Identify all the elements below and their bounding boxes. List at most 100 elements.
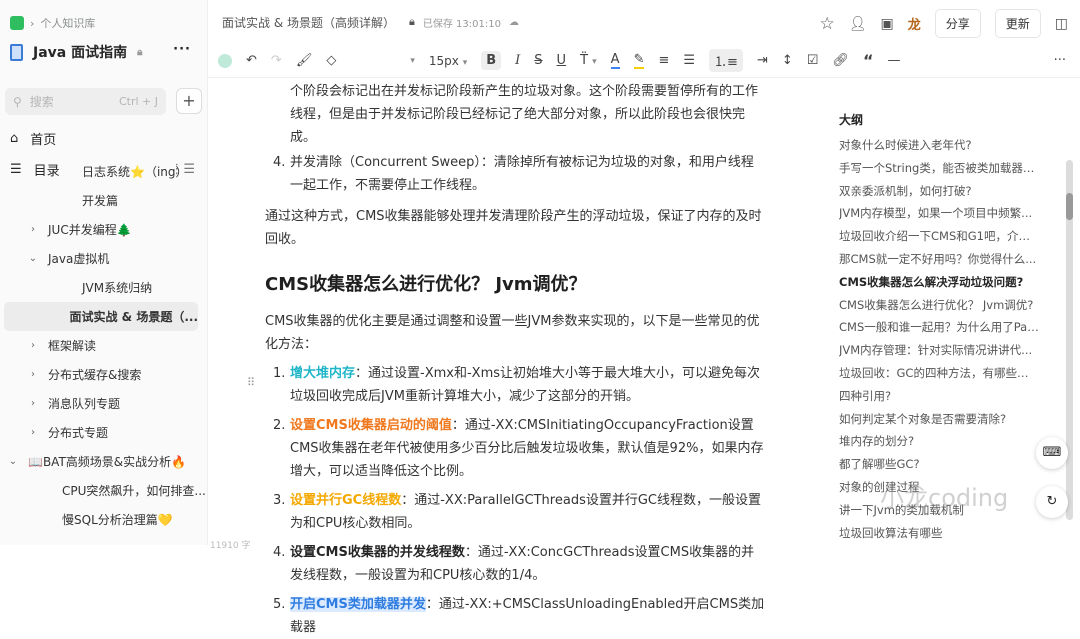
outline-item[interactable]: CMS收集器怎么解决浮动垃圾问题? — [839, 274, 1039, 297]
ordered-list-icon[interactable]: ⒈≡ — [709, 49, 743, 72]
home-icon: ⌂ — [10, 131, 19, 146]
outline-item[interactable]: 对象什么时候进入老年代? — [839, 137, 1039, 160]
outline-scrollbar-thumb[interactable] — [1066, 193, 1073, 220]
text-effect-icon[interactable]: T̈ ▾ — [580, 53, 597, 68]
chevron-icon[interactable]: › — [26, 427, 40, 438]
tree-item[interactable]: 日志系统⭐（ing） — [0, 157, 207, 186]
book-title[interactable]: Java 面试指南 🔒︎ — [10, 42, 142, 62]
tree-item[interactable]: JVM系统归纳 — [0, 273, 207, 302]
chevron-icon[interactable]: ⌄ — [6, 456, 20, 467]
chevron-icon[interactable]: › — [26, 369, 40, 380]
chevron-icon[interactable]: › — [26, 224, 40, 235]
update-button[interactable]: 更新 — [994, 9, 1041, 38]
bullet-list-icon[interactable]: ☰ — [683, 53, 695, 68]
list-item: 2. 设置CMS收集器启动的阈值：通过-XX:CMSInitiatingOccup… — [265, 414, 765, 483]
book-icon — [10, 43, 23, 61]
document-body[interactable]: 个阶段会标记出在并发标记阶段新产生的垃圾对象。这个阶段需要暂停所有的工作线程，但… — [265, 80, 765, 639]
font-size-select[interactable]: 15px ▾ — [429, 54, 467, 68]
tree-item[interactable]: › 消息队列专题 — [0, 389, 207, 418]
star-icon[interactable]: ☆ — [819, 14, 834, 34]
tree-item-label: 分布式缓存&搜索 — [48, 368, 142, 382]
highlight-icon[interactable]: ✎ — [633, 52, 645, 69]
breadcrumb-label[interactable]: 个人知识库 — [40, 15, 95, 31]
tree-item-label: JVM系统归纳 — [82, 281, 153, 295]
outline-item[interactable]: 如何判定某个对象是否需要清除? — [839, 411, 1039, 434]
list-number: 4. — [273, 545, 286, 560]
outline-item[interactable]: 双亲委派机制，如何打破? — [839, 183, 1039, 206]
more-icon[interactable]: ··· — [1054, 53, 1066, 68]
outline-item[interactable]: 垃圾回收算法有哪些 — [839, 525, 1039, 548]
outline-item[interactable]: 四种引用? — [839, 388, 1039, 411]
list-item: 3. 设置并行GC线程数：通过-XX:ParallelGCThreads设置并行G… — [265, 489, 765, 535]
keyboard-icon[interactable]: ⌨ — [1036, 437, 1068, 469]
line-height-icon[interactable]: ↕ — [782, 53, 793, 68]
lock-icon: 🔒︎ — [137, 46, 143, 58]
sidebar-toggle-icon[interactable]: ◫ — [1055, 16, 1068, 32]
outline-item[interactable]: 垃圾回收介绍一下CMS和G1吧，介绍... — [839, 228, 1039, 251]
help-icon[interactable]: ↻ — [1036, 486, 1068, 518]
tree-item-label: 开发篇 — [82, 194, 119, 208]
underline-icon[interactable]: U — [557, 53, 567, 68]
insert-icon[interactable] — [218, 53, 232, 68]
list-text: 并发清除（Concurrent Sweep）：清除掉所有被标记为垃圾的对象，和用… — [290, 155, 754, 193]
outline-item[interactable]: 都了解哪些GC? — [839, 456, 1039, 479]
avatar[interactable]: 龙 — [908, 14, 921, 33]
style-dropdown[interactable]: ▾ — [410, 56, 415, 66]
tree-item[interactable]: › 分布式缓存&搜索 — [0, 360, 207, 389]
save-status: 已保存 13:01:10 — [422, 18, 501, 30]
book-title-label: Java 面试指南 — [33, 45, 128, 61]
clear-format-icon[interactable]: ◇ — [326, 53, 336, 68]
drag-handle-icon[interactable]: ⠿ — [247, 376, 255, 389]
tree-item[interactable]: › 框架解读 — [0, 331, 207, 360]
list-item-title: 设置并行GC线程数 — [290, 493, 402, 508]
outline-item[interactable]: CMS一般和谁一起用？为什么用了Par... — [839, 319, 1039, 342]
outline-item[interactable]: 垃圾回收：GC的四种方法，有哪些收... — [839, 365, 1039, 388]
tree-item[interactable]: 开发篇 — [0, 186, 207, 215]
tree-item[interactable]: CPU突然飙升，如何排查... — [0, 476, 207, 505]
outline-item[interactable]: 堆内存的划分? — [839, 433, 1039, 456]
tree-item[interactable]: › 分布式专题 — [0, 418, 207, 447]
tree-item-label: 日志系统⭐（ing） — [82, 165, 188, 179]
outline-item[interactable]: 手写一个String类，能否被类加载器加... — [839, 160, 1039, 183]
italic-icon[interactable]: I — [515, 53, 520, 68]
checkbox-icon[interactable]: ☑ — [807, 53, 819, 68]
outline-item[interactable]: JVM内存管理：针对实际情况讲讲代... — [839, 342, 1039, 365]
tree-item[interactable]: › JUC并发编程🌲 — [0, 215, 207, 244]
tree-item[interactable]: ⌄ 📖BAT高频场景&实战分析🔥 — [0, 447, 207, 476]
outline-item[interactable]: CMS收集器怎么进行优化？ Jvm调优? — [839, 297, 1039, 320]
format-painter-icon[interactable]: 🖌︎ — [296, 53, 313, 68]
indent-icon[interactable]: ⇥ — [757, 53, 768, 68]
tree-item[interactable]: 慢SQL分析治理篇💛 — [0, 505, 207, 534]
bold-icon[interactable]: B — [481, 51, 502, 70]
sidebar-item-home[interactable]: ⌂ 首页 — [10, 129, 56, 148]
paragraph: CMS收集器的优化主要是通过调整和设置一些JVM参数来实现的，以下是一些常见的优… — [265, 314, 760, 352]
more-icon[interactable]: ··· — [173, 42, 191, 57]
chevron-icon[interactable]: › — [26, 398, 40, 409]
tree-item[interactable]: 面试实战 & 场景题（... — [4, 302, 198, 331]
add-button[interactable]: + — [176, 88, 202, 114]
list-item-title: 开启CMS类加载器并发 — [290, 597, 426, 612]
divider-icon[interactable]: — — [887, 53, 900, 68]
breadcrumb[interactable]: › 个人知识库 — [10, 15, 95, 31]
strikethrough-icon[interactable]: S — [534, 53, 542, 68]
doc-tree: 日志系统⭐（ing） 开发篇 › JUC并发编程🌲 ⌄ Java虚拟机 JVM系统归纳面试实… — [0, 165, 207, 534]
quote-icon[interactable]: “ — [863, 51, 874, 70]
search-input[interactable]: ⚲ 搜索 Ctrl + J — [5, 88, 166, 115]
doc-header: 面试实战 & 场景题（高频详解） 🔒︎ 已保存 13:01:10 ☁ ☆ 👤︎ … — [208, 0, 1080, 44]
share-button[interactable]: 分享 — [934, 9, 981, 38]
align-icon[interactable]: ≡ — [658, 53, 669, 68]
presentation-icon[interactable]: ▣ — [880, 16, 893, 32]
outline-item[interactable]: 那CMS就一定不好用吗？你觉得什么... — [839, 251, 1039, 274]
lock-icon: 🔒︎ — [409, 15, 415, 28]
link-icon[interactable]: 🔗︎ — [832, 53, 849, 68]
redo-icon[interactable]: ↷ — [271, 53, 282, 68]
chevron-icon[interactable]: ⌄ — [26, 253, 40, 264]
tree-item[interactable]: ⌄ Java虚拟机 — [0, 244, 207, 273]
undo-icon[interactable]: ↶ — [246, 53, 257, 68]
add-collaborator-icon[interactable]: 👤︎ — [849, 16, 867, 32]
outline-item[interactable]: JVM内存模型，如果一个项目中频繁... — [839, 205, 1039, 228]
tree-item-label: JUC并发编程🌲 — [48, 223, 132, 237]
paragraph: 个阶段会标记出在并发标记阶段新产生的垃圾对象。这个阶段需要暂停所有的工作线程，但… — [290, 84, 759, 145]
chevron-icon[interactable]: › — [26, 340, 40, 351]
font-color-icon[interactable]: A — [610, 52, 620, 69]
